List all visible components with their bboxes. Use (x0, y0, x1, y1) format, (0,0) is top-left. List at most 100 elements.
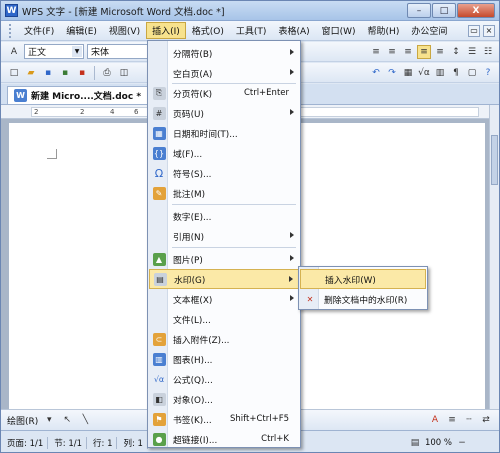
bookmark-icon: ⚑ (152, 412, 166, 426)
zoom-control[interactable]: ▤ 100 % − (408, 436, 469, 450)
select-objects-icon[interactable]: ↖ (60, 413, 74, 427)
status-row: 行: 1 (93, 436, 118, 449)
submenu-arrow-icon (290, 69, 294, 75)
menu-item-textbox[interactable]: 文本框(X) (149, 289, 299, 309)
print-icon[interactable]: ⎙ (100, 66, 114, 80)
line-style-icon[interactable]: ≡ (445, 413, 459, 427)
align-right-icon[interactable]: ≡ (401, 45, 415, 59)
align-left-icon[interactable]: ≡ (369, 45, 383, 59)
styles-icon[interactable]: A (7, 45, 21, 59)
menu-item-page-break[interactable]: ⎘ 分页符(K) Ctrl+Enter (149, 83, 299, 103)
save-as-icon[interactable]: ▪ (58, 66, 72, 80)
menu-item-date-time[interactable]: ▦ 日期和时间(T)... (149, 123, 299, 143)
arrow-style-icon[interactable]: ⇄ (479, 413, 493, 427)
menu-help[interactable]: 帮助(H) (362, 22, 406, 39)
menu-edit[interactable]: 编辑(E) (60, 22, 103, 39)
menu-item-reference[interactable]: 引用(N) (149, 226, 299, 246)
page-view-icon[interactable]: ▤ (408, 436, 422, 450)
save-icon[interactable]: ▪ (41, 66, 55, 80)
menu-item-chart[interactable]: ▥ 图表(H)... (149, 349, 299, 369)
numbering-icon[interactable]: ☰ (465, 45, 479, 59)
dash-style-icon[interactable]: ┄ (462, 413, 476, 427)
menu-item-object[interactable]: ◧ 对象(O)... (149, 389, 299, 409)
redo-icon[interactable]: ↷ (385, 66, 399, 80)
status-page: 页面: 1/1 (7, 436, 49, 449)
zoom-icon[interactable]: ▢ (465, 66, 479, 80)
calendar-icon: ▦ (152, 126, 166, 140)
zoom-out-icon[interactable]: − (455, 436, 469, 450)
distributed-icon[interactable]: ≡ (433, 45, 447, 59)
standard-toolbar-right: ↶ ↷ ▦ √α ▥ ¶ ▢ ? (369, 63, 499, 82)
style-select[interactable]: 正文 ▼ (24, 44, 84, 59)
align-center-icon[interactable]: ≡ (385, 45, 399, 59)
menu-item-remove-watermark[interactable]: ✕ 删除文档中的水印(R) (300, 289, 426, 309)
export-pdf-icon[interactable]: ▪ (75, 66, 89, 80)
menubar-grip-icon[interactable] (9, 23, 12, 38)
menu-item-number[interactable]: 数字(E)... (149, 206, 299, 226)
menu-item-file[interactable]: 文件(L)... (149, 309, 299, 329)
page-break-icon: ⎘ (152, 86, 166, 100)
submenu-arrow-icon (290, 255, 294, 261)
menu-view[interactable]: 视图(V) (103, 22, 146, 39)
picture-icon: ▲ (152, 252, 166, 266)
menu-item-insert-watermark[interactable]: 插入水印(W) (300, 269, 426, 289)
minimize-button[interactable]: – (407, 3, 431, 18)
menu-item-watermark[interactable]: ▤ 水印(G) (149, 269, 299, 289)
menu-format[interactable]: 格式(O) (186, 22, 230, 39)
vertical-scrollbar[interactable] (489, 105, 499, 409)
chart-icon[interactable]: ▥ (433, 66, 447, 80)
menu-item-blank-page[interactable]: 空白页(A) (149, 63, 299, 83)
formula-icon[interactable]: √α (417, 66, 431, 80)
menu-item-page-number[interactable]: # 页码(U) (149, 103, 299, 123)
menu-shortcut: Ctrl+K (261, 434, 289, 444)
justify-icon[interactable]: ≡ (417, 44, 431, 59)
menu-item-attachment[interactable]: ⊂ 插入附件(Z)... (149, 329, 299, 349)
undo-icon[interactable]: ↶ (369, 66, 383, 80)
menu-office-space[interactable]: 办公空间 (405, 22, 453, 39)
open-folder-icon[interactable]: ▰ (24, 66, 38, 80)
menu-insert[interactable]: 插入(I) (146, 22, 186, 39)
insert-menu: 分隔符(B) 空白页(A) ⎘ 分页符(K) Ctrl+Enter # 页码(U… (147, 40, 301, 448)
hyperlink-icon: ● (152, 432, 166, 446)
show-marks-icon[interactable]: ¶ (449, 66, 463, 80)
menu-item-picture[interactable]: ▲ 图片(P) (149, 249, 299, 269)
maximize-button[interactable]: □ (432, 3, 456, 18)
watermark-icon: ▤ (153, 272, 167, 286)
ruler-tick-label: 4 (110, 108, 115, 116)
menu-table[interactable]: 表格(A) (272, 22, 315, 39)
menu-item-formula[interactable]: √α 公式(Q)... (149, 369, 299, 389)
chevron-down-icon[interactable]: ▾ (42, 413, 56, 427)
menu-file[interactable]: 文件(F) (18, 22, 60, 39)
menu-item-comment[interactable]: ✎ 批注(M) (149, 183, 299, 203)
help-icon[interactable]: ? (481, 66, 495, 80)
object-icon: ◧ (152, 392, 166, 406)
line-spacing-icon[interactable]: ↕ (449, 45, 463, 59)
close-doc-icon[interactable]: × (483, 24, 495, 37)
menu-item-field[interactable]: {} 域(F)... (149, 143, 299, 163)
menu-tools[interactable]: 工具(T) (230, 22, 273, 39)
menu-item-hyperlink[interactable]: ● 超链接(I)... Ctrl+K (149, 429, 299, 449)
scrollbar-thumb[interactable] (491, 135, 498, 185)
line-icon[interactable]: ╲ (78, 413, 92, 427)
menu-item-bookmark[interactable]: ⚑ 书签(K)... Shift+Ctrl+F5 (149, 409, 299, 429)
menu-item-symbol[interactable]: Ω 符号(S)... (149, 163, 299, 183)
toolbar-divider (94, 65, 95, 80)
bullets-icon[interactable]: ☷ (481, 45, 495, 59)
menu-window[interactable]: 窗口(W) (316, 22, 362, 39)
page-number-icon: # (152, 106, 166, 120)
restore-doc-icon[interactable]: ▭ (468, 24, 480, 37)
new-document-icon[interactable]: □ (7, 66, 21, 80)
status-col: 列: 1 (123, 436, 148, 449)
print-preview-icon[interactable]: ◫ (117, 66, 131, 80)
menu-divider (172, 247, 296, 248)
menu-item-separator[interactable]: 分隔符(B) (149, 43, 299, 63)
attachment-icon: ⊂ (152, 332, 166, 346)
close-button[interactable]: X (457, 3, 495, 18)
table-icon[interactable]: ▦ (401, 66, 415, 80)
ruler-tick-label: 2 (34, 108, 39, 116)
font-color-icon[interactable]: A (428, 413, 442, 427)
document-tab[interactable]: W 新建 Micro....文档.doc * × (7, 86, 164, 104)
draw-menu-button[interactable]: 绘图(R) (7, 414, 38, 427)
menubar-controls: ▭ × (468, 24, 499, 37)
submenu-arrow-icon (289, 276, 293, 282)
